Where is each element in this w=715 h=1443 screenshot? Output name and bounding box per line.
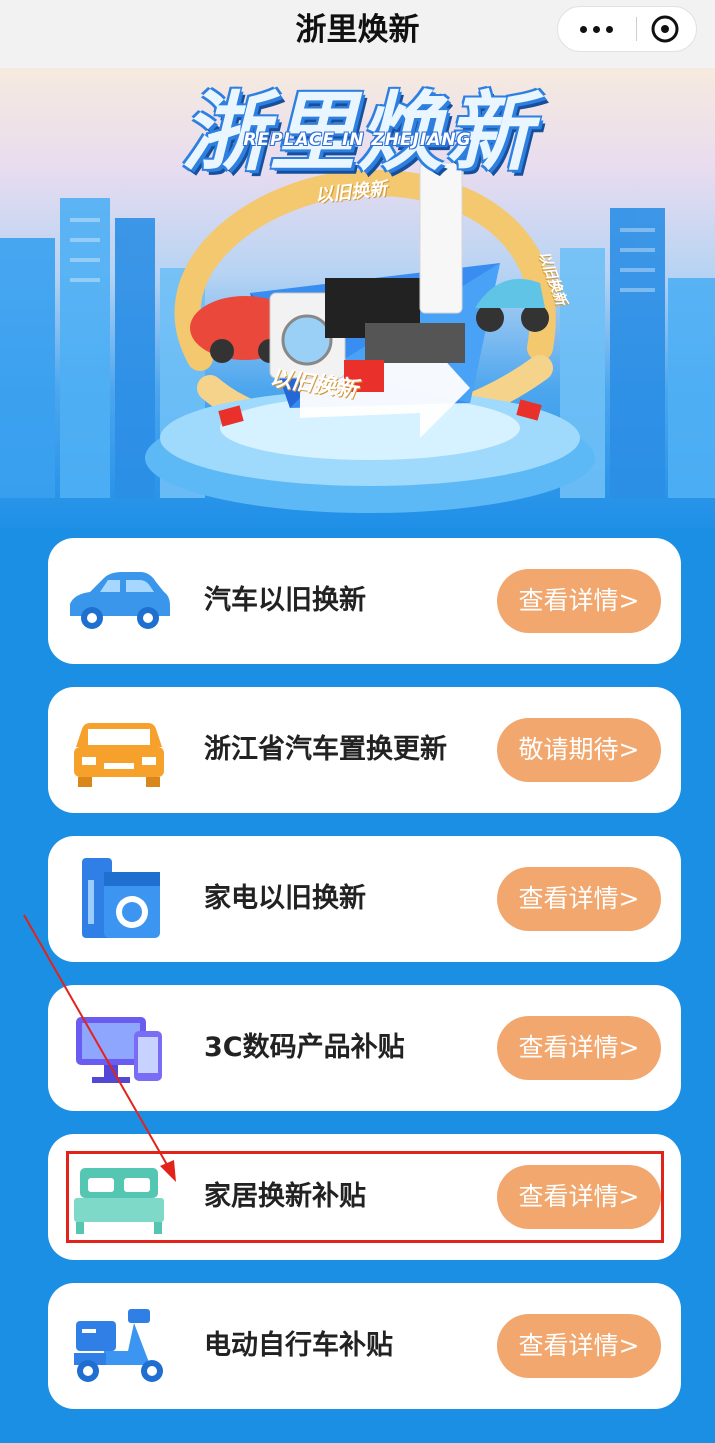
highlight-box	[66, 1151, 664, 1243]
card-label: 3C数码产品补贴	[204, 1032, 405, 1063]
view-details-button[interactable]: 查看详情>	[497, 569, 661, 633]
coming-soon-button[interactable]: 敬请期待>	[497, 718, 661, 782]
capsule-divider	[636, 17, 637, 41]
navigation-bar: 浙里焕新	[0, 0, 715, 68]
view-details-button[interactable]: 查看详情>	[497, 867, 661, 931]
view-details-button[interactable]: 查看详情>	[497, 1314, 661, 1378]
card-label: 家电以旧换新	[204, 883, 366, 914]
car-icon	[70, 572, 170, 629]
card-e-bike-subsidy[interactable]: 电动自行车补贴 查看详情>	[48, 1283, 681, 1409]
card-3c-digital-subsidy[interactable]: 3C数码产品补贴 查看详情>	[48, 985, 681, 1111]
hero-banner: 浙里焕新 REPLACE IN ZHEJIANG 以旧换新 以旧换新 以旧换新	[0, 68, 715, 528]
card-car-replacement[interactable]: 浙江省汽车置换更新 敬请期待>	[48, 687, 681, 813]
close-circle-icon[interactable]	[650, 14, 680, 44]
banner-subtitle: REPLACE IN ZHEJIANG	[243, 130, 472, 150]
e-scooter-icon	[74, 1309, 163, 1382]
banner-title: 浙里焕新	[181, 83, 534, 183]
card-label: 浙江省汽车置换更新	[204, 734, 447, 765]
devices-icon	[76, 1017, 162, 1083]
car-front-icon	[74, 723, 164, 787]
appliance-icon	[82, 858, 160, 938]
card-label: 电动自行车补贴	[204, 1330, 393, 1361]
mini-program-capsule	[557, 6, 697, 52]
card-car-trade-in[interactable]: 汽车以旧换新 查看详情>	[48, 538, 681, 664]
more-dots-icon[interactable]	[558, 7, 634, 51]
view-details-button[interactable]: 查看详情>	[497, 1016, 661, 1080]
card-label: 汽车以旧换新	[204, 585, 366, 616]
card-appliance-trade-in[interactable]: 家电以旧换新 查看详情>	[48, 836, 681, 962]
